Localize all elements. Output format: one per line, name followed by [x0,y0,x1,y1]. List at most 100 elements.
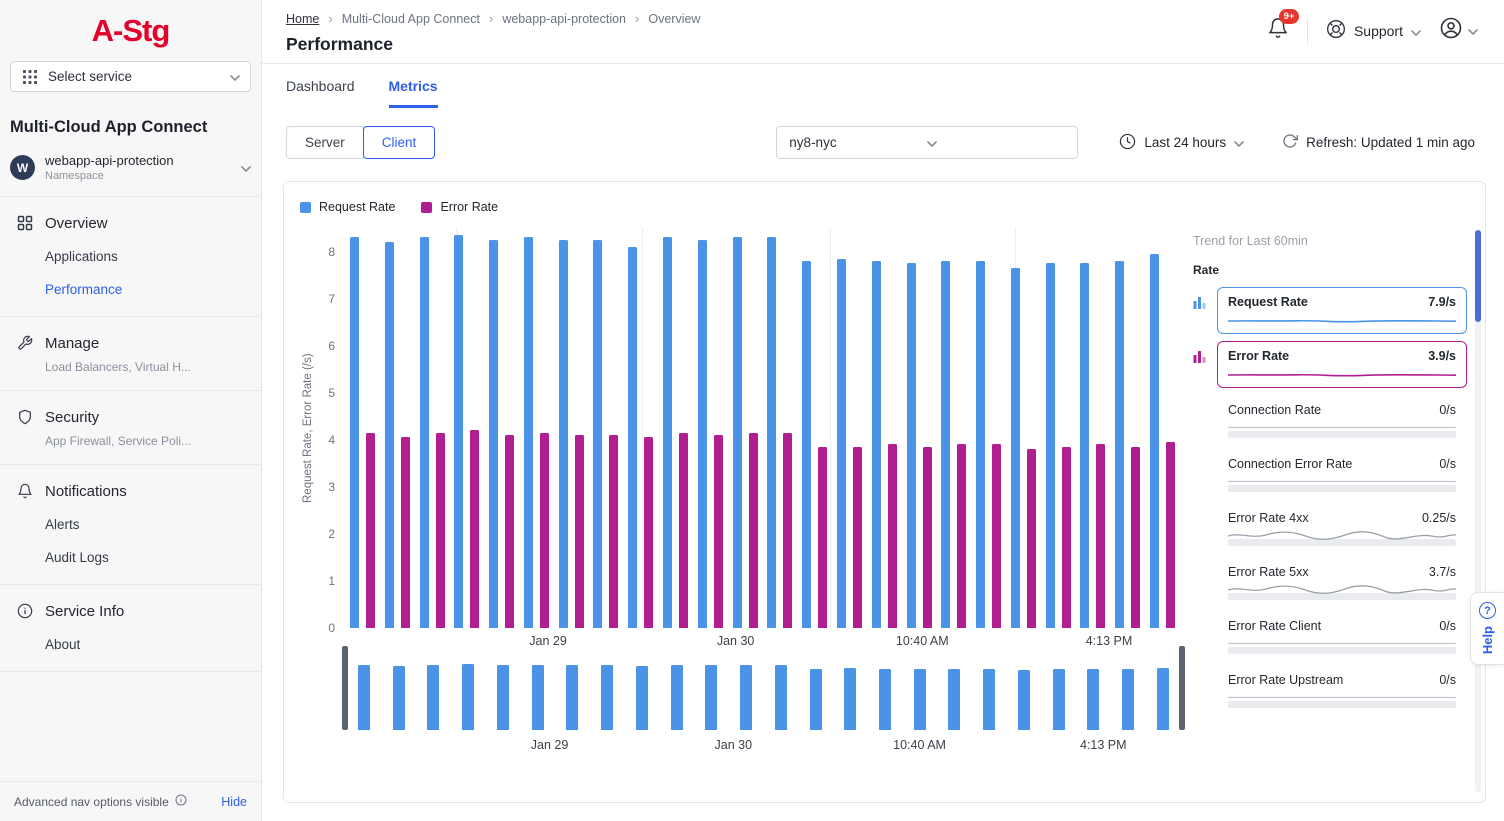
site-select[interactable]: ny8-nyc [776,126,1078,159]
hide-link[interactable]: Hide [221,795,247,809]
bar-group [1080,228,1105,628]
sidebar-item-alerts[interactable]: Alerts [0,508,261,541]
page-header: Home › Multi-Cloud App Connect › webapp-… [262,0,1504,64]
request-rate-bar [593,240,602,628]
metric-card-request-rate[interactable]: Request Rate7.9/s [1217,287,1467,334]
error-rate-chart-icon [1193,341,1217,368]
navigator[interactable] [344,646,1183,730]
navigator-bar [636,666,648,730]
sidebar-item-audit-logs[interactable]: Audit Logs [0,541,261,574]
metric-card-error-rate-client[interactable]: Error Rate Client0/s [1217,611,1467,658]
request-rate-bar [385,242,394,628]
metric-label: Error Rate Upstream [1228,673,1343,687]
navigator-left-handle[interactable] [342,646,348,730]
bar-group [1115,228,1140,628]
help-button[interactable]: ? Help [1470,592,1504,665]
y-tick-label: 5 [328,386,335,400]
chart-zone: Request Rate Error Rate Request Rate, Er… [284,182,1193,802]
error-rate-bar [957,444,966,628]
legend-item-error-rate[interactable]: Error Rate [421,200,498,214]
navigator-bar [914,669,926,730]
sidebar-item-about[interactable]: About [0,628,261,661]
metric-sparkline [1228,475,1456,493]
navigator-bar [1087,669,1099,730]
breadcrumb-multi-cloud-app-connect[interactable]: Multi-Cloud App Connect [342,12,480,26]
select-service-dropdown[interactable]: Select service [10,61,251,92]
navigator-bar [1157,668,1169,730]
tab-dashboard[interactable]: Dashboard [286,78,355,108]
help-icon: ? [1479,602,1496,619]
trend-metric-row: Request Rate7.9/s [1193,287,1467,334]
sidebar-item-manage[interactable]: Manage [0,323,261,360]
error-rate-bar [401,437,410,628]
breadcrumb-separator: › [328,11,332,26]
scrollbar-thumb[interactable] [1475,230,1481,322]
metric-card-connection-error-rate[interactable]: Connection Error Rate0/s [1217,449,1467,496]
navigator-bar [427,665,439,730]
scrollbar-track [1475,230,1481,792]
trend-metric-row: Error Rate 5xx3.7/s [1193,557,1467,604]
request-rate-bar [698,240,707,628]
metric-icon-gutter [1193,395,1217,404]
sidebar-item-applications[interactable]: Applications [0,240,261,273]
y-tick-label: 8 [328,245,335,259]
metrics-card: Request Rate Error Rate Request Rate, Er… [283,181,1486,803]
namespace-selector[interactable]: W webapp-api-protection Namespace [0,137,261,196]
error-rate-bar [366,433,375,628]
navigator-bar [393,666,405,730]
client-toggle-button[interactable]: Client [363,126,436,159]
bell-icon [16,482,34,500]
request-rate-bar [350,237,359,628]
metric-sparkline [1228,313,1456,331]
notifications-badge: 9+ [1279,9,1299,24]
account-icon [1439,16,1463,45]
metric-card-connection-rate[interactable]: Connection Rate0/s [1217,395,1467,442]
metric-card-error-rate-4xx[interactable]: Error Rate 4xx0.25/s [1217,503,1467,550]
server-toggle-button[interactable]: Server [286,126,364,159]
navigator-bar [844,668,856,730]
metric-card-error-rate-upstream[interactable]: Error Rate Upstream0/s [1217,665,1467,712]
legend-item-request-rate[interactable]: Request Rate [300,200,395,214]
refresh-button[interactable]: Refresh: Updated 1 min ago [1282,133,1475,152]
brand-logo[interactable]: A-Stg [0,0,261,59]
app-title: Multi-Cloud App Connect [0,92,261,137]
support-menu[interactable]: Support [1326,19,1421,42]
bar-group [454,228,479,628]
metric-value: 0/s [1439,619,1456,633]
error-rate-bar [714,435,723,628]
metric-label: Request Rate [1228,295,1308,309]
notifications-button[interactable]: 9+ [1267,17,1289,44]
metric-value: 0.25/s [1422,511,1456,525]
bar-group [663,228,688,628]
tab-metrics[interactable]: Metrics [389,78,438,108]
sidebar-item-notifications[interactable]: Notifications [0,471,261,508]
bar-group [385,228,410,628]
request-rate-bar [976,261,985,628]
request-rate-bar [559,240,568,628]
navigator-right-handle[interactable] [1179,646,1185,730]
request-rate-bar [454,235,463,628]
sidebar-item-security[interactable]: Security [0,397,261,434]
refresh-icon [1282,133,1298,152]
sidebar-nav: Overview Applications Performance Manage… [0,196,261,672]
sidebar-item-service-info[interactable]: Service Info [0,591,261,628]
legend-label: Error Rate [440,200,498,214]
metric-icon-gutter [1193,611,1217,620]
sidebar-item-overview[interactable]: Overview [0,203,261,240]
breadcrumb-home[interactable]: Home [286,12,319,26]
metric-card-error-rate[interactable]: Error Rate3.9/s [1217,341,1467,388]
sidebar-item-performance[interactable]: Performance [0,273,261,306]
metric-value: 0/s [1439,403,1456,417]
y-tick-label: 3 [328,480,335,494]
account-menu[interactable] [1439,16,1478,45]
bar-group [907,228,932,628]
navigator-bar [566,665,578,730]
request-rate-bar [628,247,637,628]
bar-group [1150,228,1175,628]
breadcrumb-webapp-api-protection[interactable]: webapp-api-protection [502,12,626,26]
time-range-select[interactable]: Last 24 hours [1119,133,1244,153]
error-rate-bar [1131,447,1140,628]
navigator-bar [983,669,995,730]
metric-card-error-rate-5xx[interactable]: Error Rate 5xx3.7/s [1217,557,1467,604]
help-label: Help [1480,626,1495,654]
